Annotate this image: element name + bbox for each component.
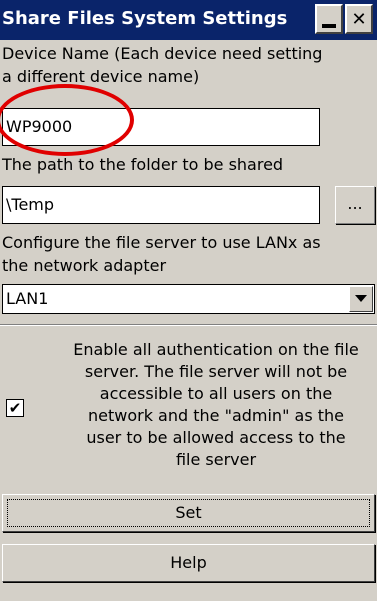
- adapter-label-line1: Configure the file server to use LANx as: [2, 233, 321, 252]
- shared-path-input[interactable]: \Temp: [2, 186, 320, 224]
- authentication-label-line: accessible to all users on the: [99, 384, 333, 403]
- shared-path-label: The path to the folder to be shared: [2, 155, 284, 174]
- focus-rectangle: [7, 499, 370, 527]
- browse-button[interactable]: ...: [335, 186, 375, 224]
- close-button[interactable]: ✕: [345, 4, 373, 34]
- close-icon: ✕: [351, 8, 367, 30]
- window-title: Share Files System Settings: [2, 8, 288, 29]
- dropdown-arrow-button[interactable]: [349, 286, 373, 312]
- divider: [0, 324, 377, 326]
- authentication-label: Enable all authentication on the file se…: [55, 339, 377, 471]
- help-button[interactable]: Help: [2, 544, 375, 582]
- authentication-checkbox[interactable]: ✔: [6, 399, 24, 417]
- adapter-label-line2: the network adapter: [2, 256, 167, 275]
- authentication-label-line: user to be allowed access to the: [86, 428, 346, 447]
- authentication-label-line: network and the "admin" as the: [87, 406, 344, 425]
- minimize-icon: [322, 24, 336, 28]
- authentication-label-line: file server: [175, 450, 257, 469]
- device-name-input[interactable]: WP9000: [2, 108, 320, 146]
- chevron-down-icon: [355, 295, 367, 302]
- title-bar: Share Files System Settings ✕: [0, 0, 377, 40]
- network-adapter-select[interactable]: LAN1: [2, 284, 375, 314]
- device-name-label-line1: Device Name (Each device need setting: [2, 44, 323, 63]
- set-button[interactable]: Set: [2, 494, 375, 532]
- device-name-label-line2: a different device name): [2, 67, 200, 86]
- authentication-label-line: server. The file server will not be: [84, 362, 348, 381]
- network-adapter-value: LAN1: [6, 289, 49, 308]
- check-icon: ✔: [8, 399, 22, 417]
- help-button-label: Help: [170, 553, 207, 572]
- authentication-label-line: Enable all authentication on the file: [73, 340, 359, 359]
- minimize-button[interactable]: [315, 4, 343, 34]
